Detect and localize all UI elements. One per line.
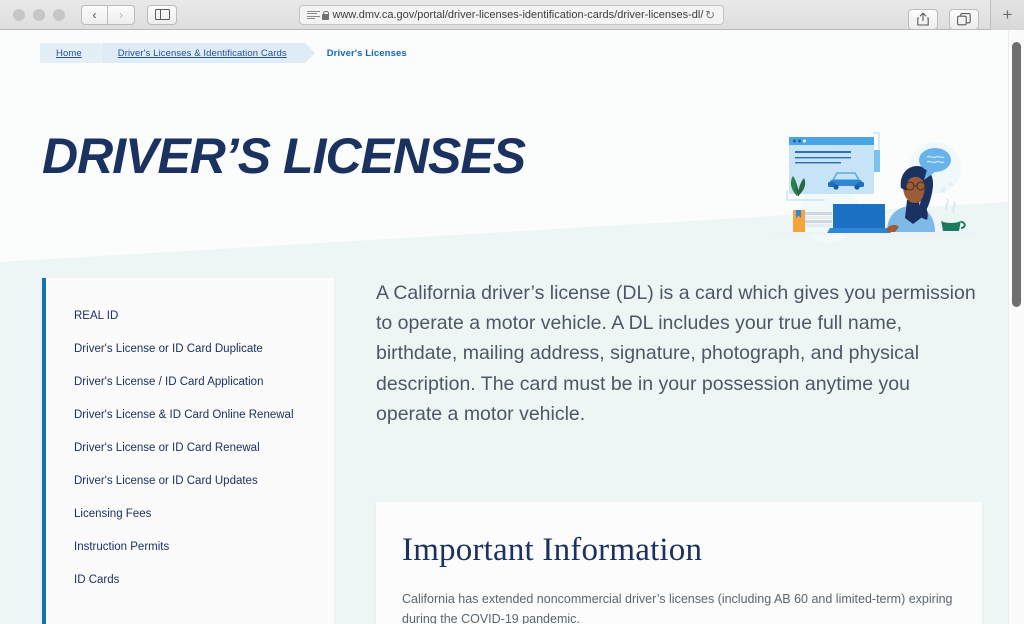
breadcrumb-item-current: Driver's Licenses	[326, 47, 407, 59]
toolbar-right-buttons: +	[908, 0, 1024, 34]
intro-paragraph: A California driver’s license (DL) is a …	[376, 282, 976, 425]
url-text: www.dmv.ca.gov/portal/driver-licenses-id…	[332, 9, 704, 21]
content-section: REAL ID Driver's License or ID Card Dupl…	[0, 262, 1008, 624]
sidebar-item-dl-id-online-renewal[interactable]: Driver's License & ID Card Online Renewa…	[46, 399, 334, 432]
breadcrumb: Home Driver's Licenses & Identification …	[40, 43, 427, 63]
window-controls	[13, 8, 65, 21]
url-display: www.dmv.ca.gov/portal/driver-licenses-id…	[320, 9, 705, 21]
show-tabs-icon	[957, 12, 971, 25]
card-paragraph: California has extended noncommercial dr…	[402, 592, 953, 624]
close-window-button[interactable]	[13, 8, 25, 21]
breadcrumb-item-dl-id-cards[interactable]: Driver's Licenses & Identification Cards	[101, 43, 315, 63]
minimize-window-button[interactable]	[33, 8, 45, 21]
lock-icon	[321, 10, 330, 20]
sidebar-item-instruction-permits[interactable]: Instruction Permits	[46, 531, 334, 564]
breadcrumb-item-home[interactable]: Home	[40, 43, 110, 63]
back-button[interactable]: ‹	[81, 4, 108, 25]
page-scrollbar-thumb[interactable]	[1012, 42, 1021, 307]
navigation-buttons: ‹ ›	[81, 4, 135, 25]
share-button[interactable]	[908, 8, 938, 30]
maximize-window-button[interactable]	[53, 8, 65, 21]
chevron-left-icon: ‹	[92, 7, 97, 22]
page-scrollbar-track[interactable]	[1008, 30, 1024, 624]
sidebar-nav: REAL ID Driver's License or ID Card Dupl…	[42, 278, 334, 624]
sidebar-toggle-button[interactable]	[147, 4, 177, 25]
card-heading: Important Information	[402, 532, 703, 569]
sidebar-item-dl-id-duplicate[interactable]: Driver's License or ID Card Duplicate	[46, 333, 334, 366]
important-information-card: Important Information California has ext…	[376, 502, 982, 624]
page-viewport: Home Driver's Licenses & Identification …	[0, 30, 1008, 624]
plus-icon: +	[1002, 5, 1013, 24]
sidebar-item-dl-id-updates[interactable]: Driver's License or ID Card Updates	[46, 465, 334, 498]
reload-icon[interactable]: ↻	[705, 9, 715, 21]
sidebar-item-licensing-fees[interactable]: Licensing Fees	[46, 498, 334, 531]
sidebar-item-dl-id-renewal[interactable]: Driver's License or ID Card Renewal	[46, 432, 334, 465]
hero-section: Home Driver's Licenses & Identification …	[0, 30, 1008, 262]
forward-button[interactable]: ›	[108, 4, 135, 25]
show-tabs-button[interactable]	[949, 8, 979, 30]
reader-view-icon[interactable]	[307, 10, 320, 20]
person-at-laptop-illustration	[775, 132, 975, 243]
sidebar-item-real-id[interactable]: REAL ID	[46, 300, 334, 333]
chevron-right-icon: ›	[119, 7, 123, 22]
sidebar-item-dl-id-application[interactable]: Driver's License / ID Card Application	[46, 366, 334, 399]
sidebar-item-id-cards[interactable]: ID Cards	[46, 564, 334, 597]
address-bar[interactable]: www.dmv.ca.gov/portal/driver-licenses-id…	[299, 5, 724, 25]
sidebar-toggle-icon	[154, 9, 170, 20]
new-tab-button[interactable]: +	[990, 0, 1024, 30]
share-icon	[917, 12, 929, 26]
page-title: DRIVER’S LICENSES	[42, 128, 526, 184]
browser-toolbar: ‹ › www.dmv.ca.gov/portal/driver-license…	[0, 0, 1024, 30]
main-content: A California driver’s license (DL) is a …	[334, 278, 1008, 624]
